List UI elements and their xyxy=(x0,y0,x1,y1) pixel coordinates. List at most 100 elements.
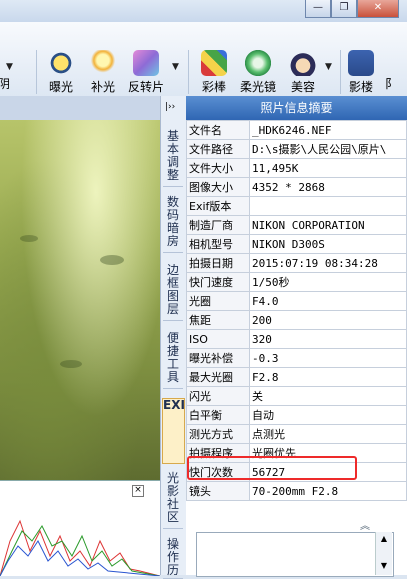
reversal-film-button[interactable]: 反转片 xyxy=(126,50,166,95)
fill-light-button[interactable]: 补光 xyxy=(88,50,118,95)
toolbar-separator xyxy=(340,50,341,94)
exif-row: 文件大小 11,495K xyxy=(186,158,407,178)
exif-value: _HDK6246.NEF xyxy=(249,120,407,140)
exif-key: 闪光 xyxy=(186,386,250,406)
exif-key: 白平衡 xyxy=(186,405,250,425)
reversal-film-label: 反转片 xyxy=(127,80,164,94)
exif-panel: 照片信息摘要 文件名 _HDK6246.NEF 文件路径 D:\s摄影\人民公园\原片… xyxy=(186,96,407,575)
collapse-arrows-icon[interactable]: |›› xyxy=(165,102,175,112)
exif-value: -0.3 xyxy=(249,348,407,368)
exif-key: 文件路径 xyxy=(186,139,250,159)
exif-key: 文件名 xyxy=(186,120,250,140)
dropdown-arrow-icon[interactable]: ▼ xyxy=(325,62,332,72)
studio-label: 影楼 xyxy=(348,80,373,94)
exif-row: Exif版本 xyxy=(186,196,407,216)
fill-light-icon xyxy=(90,50,116,76)
tab-quick-tools[interactable]: 便捷工具 xyxy=(163,332,183,389)
exif-row: 镜头 70-200mm F2.8 xyxy=(186,481,407,501)
exif-row: 拍摄日期 2015:07:19 08:34:28 xyxy=(186,253,407,273)
soft-lens-label: 柔光镜 xyxy=(239,80,276,94)
tab-community[interactable]: 光影社区 xyxy=(163,472,183,529)
exif-value: 70-200mm F2.8 xyxy=(249,481,407,501)
exif-key: 光圈 xyxy=(186,291,250,311)
exif-row: ISO 320 xyxy=(186,329,407,349)
toolbar: 阴 ▼ 曝光 补光 反转片 ▼ 彩棒 柔光镜 美容 ▼ 影楼 阝 xyxy=(0,22,407,97)
exif-value: F4.0 xyxy=(249,291,407,311)
close-button[interactable]: ✕ xyxy=(357,0,399,18)
photo-canvas[interactable] xyxy=(0,120,160,480)
dropdown-arrow-icon[interactable]: ▼ xyxy=(172,62,179,72)
tab-border-layers[interactable]: 边框图层 xyxy=(163,264,183,321)
scroll-down-icon[interactable]: ▼ xyxy=(376,561,392,570)
toolbar-partial-right-label: 阝 xyxy=(385,77,398,91)
soft-lens-button[interactable]: 柔光镜 xyxy=(238,50,278,95)
exif-row: 闪光关 xyxy=(186,386,407,406)
exif-value: 4352 * 2868 xyxy=(249,177,407,197)
beauty-icon xyxy=(290,50,316,76)
tab-basic-adjust[interactable]: 基本调整 xyxy=(163,130,183,187)
exif-key: ISO xyxy=(186,329,250,349)
exposure-label: 曝光 xyxy=(48,80,73,94)
exif-value: 1/50秒 xyxy=(249,272,407,292)
exif-key: 最大光圈 xyxy=(186,367,250,387)
exif-row: 光圈 F4.0 xyxy=(186,291,407,311)
exif-row: 快门速度 1/50秒 xyxy=(186,272,407,292)
reversal-film-icon xyxy=(133,50,159,76)
color-pencil-label: 彩棒 xyxy=(201,80,226,94)
close-icon[interactable]: × xyxy=(132,485,144,497)
minimize-button[interactable]: — xyxy=(305,0,331,18)
exif-key: Exif版本 xyxy=(186,196,250,216)
exif-value: D:\s摄影\人民公园\原片\ xyxy=(249,139,407,159)
restore-button[interactable]: ❐ xyxy=(331,0,357,18)
exif-row: 曝光补偿 -0.3 xyxy=(186,348,407,368)
panel-title: 照片信息摘要 xyxy=(186,96,407,120)
tab-history[interactable]: 操作历 xyxy=(163,538,183,579)
exif-key: 文件大小 xyxy=(186,158,250,178)
exif-row: 相机型号 NIKON D300S xyxy=(186,234,407,254)
exif-value: 320 xyxy=(249,329,407,349)
toolbar-separator xyxy=(36,50,37,94)
exif-key: 曝光补偿 xyxy=(186,348,250,368)
canvas-header xyxy=(0,96,160,121)
exif-value: 200 xyxy=(249,310,407,330)
exif-key: 快门速度 xyxy=(186,272,250,292)
color-pencil-button[interactable]: 彩棒 xyxy=(198,50,230,95)
dropdown-arrow-icon[interactable]: ▼ xyxy=(6,62,13,72)
exposure-button[interactable]: 曝光 xyxy=(44,50,78,95)
scroll-up-icon[interactable]: ▲ xyxy=(376,534,392,543)
studio-button[interactable]: 影楼 xyxy=(346,50,376,95)
tab-exif[interactable]: EXIF xyxy=(162,398,193,464)
expand-up-icon[interactable]: ︽ xyxy=(360,517,370,532)
exif-value: 点测光 xyxy=(249,424,407,444)
exif-table: 文件名 _HDK6246.NEF 文件路径 D:\s摄影\人民公园\原片\ 文件大小 11… xyxy=(186,120,407,501)
notes-scrollbar[interactable]: ▲ ▼ xyxy=(375,532,392,575)
exif-key: 焦距 xyxy=(186,310,250,330)
exif-key: 图像大小 xyxy=(186,177,250,197)
exif-row: 焦距 200 xyxy=(186,310,407,330)
color-pencil-icon xyxy=(201,50,227,76)
histogram-panel: × xyxy=(0,480,161,577)
exif-row: 白平衡 自动 xyxy=(186,405,407,425)
exif-value: 自动 xyxy=(249,405,407,425)
beauty-button[interactable]: 美容 xyxy=(287,50,319,95)
exif-key: 拍摄日期 xyxy=(186,253,250,273)
exif-value: 关 xyxy=(249,386,407,406)
beauty-label: 美容 xyxy=(290,80,315,94)
side-tab-bar: |›› 基本调整 数码暗房 边框图层 便捷工具 EXIF 光影社区 操作历 xyxy=(160,96,193,579)
toolbar-separator xyxy=(188,50,189,94)
fill-light-label: 补光 xyxy=(90,80,115,94)
exif-row: 文件路径 D:\s摄影\人民公园\原片\ xyxy=(186,139,407,159)
exif-value: F2.8 xyxy=(249,367,407,387)
exif-key: 相机型号 xyxy=(186,234,250,254)
soft-lens-icon xyxy=(245,50,271,76)
exif-value: 2015:07:19 08:34:28 xyxy=(249,253,407,273)
exif-value: 11,495K xyxy=(249,158,407,178)
exif-value: NIKON CORPORATION xyxy=(249,215,407,235)
title-bar: — ❐ ✕ xyxy=(0,0,407,23)
exif-key: 镜头 xyxy=(186,481,250,501)
studio-icon xyxy=(348,50,374,76)
notes-box[interactable] xyxy=(196,532,394,577)
exposure-icon xyxy=(48,50,74,76)
tab-digital-darkroom[interactable]: 数码暗房 xyxy=(163,196,183,253)
exif-key: 制造厂商 xyxy=(186,215,250,235)
